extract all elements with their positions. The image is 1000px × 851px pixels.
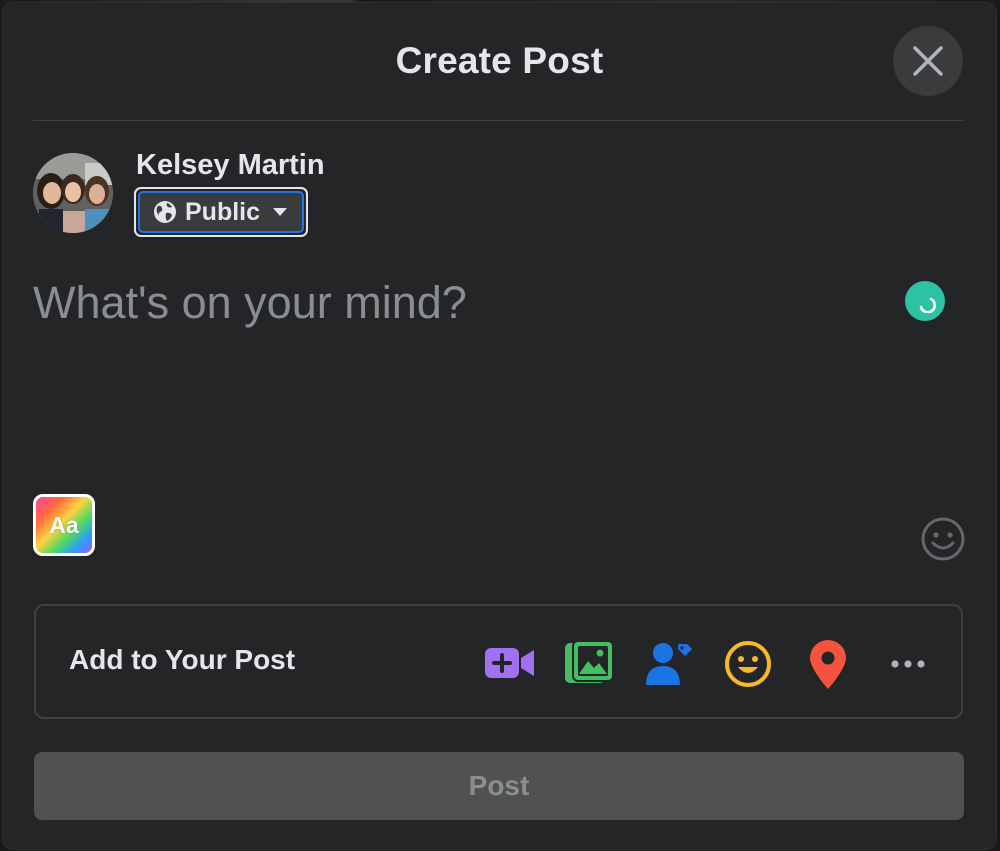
avatar[interactable] [33, 153, 113, 233]
globe-icon [154, 201, 176, 223]
more-icon [891, 660, 925, 668]
header-divider [33, 120, 964, 121]
emoji-picker-button[interactable] [920, 516, 966, 562]
check-in-button[interactable] [806, 639, 850, 691]
user-name[interactable]: Kelsey Martin [136, 149, 325, 182]
photo-icon [565, 640, 614, 683]
grammar-assistant-icon[interactable] [905, 281, 945, 321]
feeling-activity-button[interactable] [723, 639, 773, 689]
add-to-post-label: Add to Your Post [69, 644, 296, 675]
post-button[interactable]: Post [34, 752, 964, 820]
privacy-selector-inner: Public [138, 191, 304, 233]
background-color-picker-button[interactable]: Aa [33, 494, 95, 556]
add-to-post-section: Add to Your Post [34, 604, 963, 719]
location-pin-icon [810, 640, 846, 689]
tag-people-icon [646, 643, 692, 685]
tag-people-button[interactable] [644, 638, 694, 688]
create-post-dialog: Create Post Kelsey Martin Public What's … [3, 3, 996, 849]
background-picker-label: Aa [49, 511, 79, 538]
smiley-icon [725, 641, 771, 687]
photo-video-button[interactable] [563, 638, 615, 688]
dialog-title: Create Post [395, 40, 604, 81]
post-text-input[interactable] [33, 273, 883, 333]
caret-down-icon [273, 208, 288, 216]
more-options-button[interactable] [888, 646, 928, 682]
privacy-selector-button[interactable]: Public [134, 187, 308, 237]
close-button[interactable] [893, 26, 963, 96]
live-video-button[interactable] [484, 640, 536, 686]
privacy-label: Public [185, 197, 261, 226]
video-plus-icon [485, 648, 534, 678]
close-icon [913, 46, 943, 76]
emoji-icon [921, 517, 965, 561]
grammar-assistant-glyph [919, 297, 937, 313]
avatar-photo [33, 153, 113, 233]
